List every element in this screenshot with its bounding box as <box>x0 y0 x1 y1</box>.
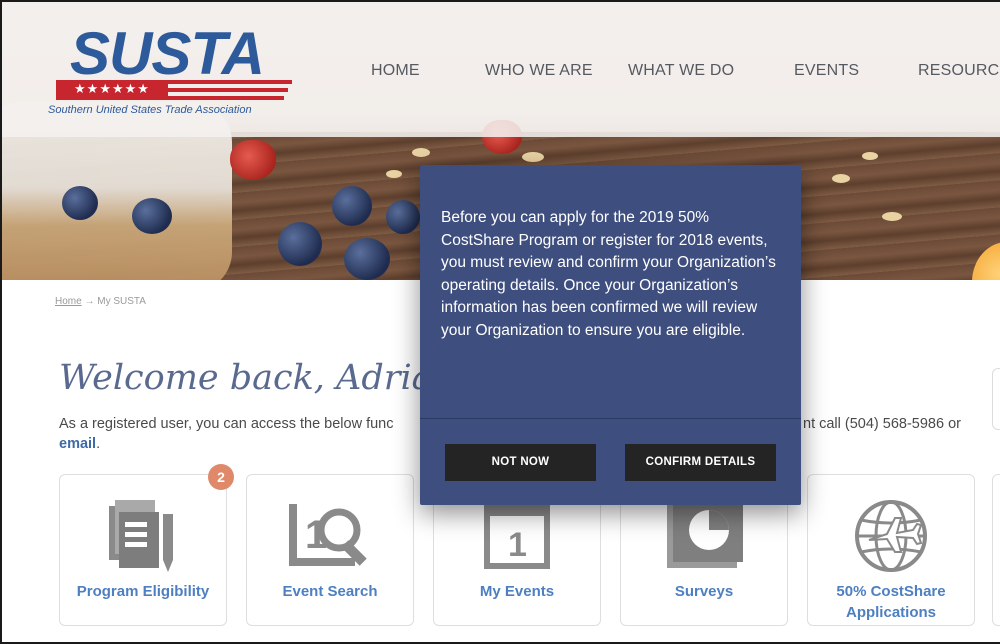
hero-oat <box>832 174 850 183</box>
hero-blueberry <box>62 186 98 220</box>
hero-blueberry <box>386 200 420 234</box>
hero-oat <box>522 152 544 162</box>
card-label: Event Search <box>282 583 378 600</box>
email-link[interactable]: email <box>59 436 96 452</box>
calendar-icon: 1 <box>434 493 600 579</box>
hero-oat <box>882 212 902 221</box>
card-program-eligibility[interactable]: Program Eligibility <box>59 474 227 626</box>
breadcrumb-separator: → <box>84 296 95 307</box>
intro-text-contact: nt call (504) 568-5986 or <box>803 416 961 432</box>
main-nav: HOME WHO WE ARE WHAT WE DO EVENTS RESOUR… <box>2 62 1000 86</box>
globe-plane-icon <box>808 493 974 579</box>
card-label: My Events <box>479 583 555 600</box>
notification-badge: 2 <box>208 464 234 490</box>
nav-item-resources[interactable]: RESOURCE <box>918 62 1000 80</box>
hero-blueberry <box>332 186 372 226</box>
intro-period: . <box>96 436 101 452</box>
logo-tagline: Southern United States Trade Association <box>48 104 252 116</box>
side-panel-edge <box>992 368 1000 430</box>
hero-oat <box>862 152 878 160</box>
browser-frame: SUSTA ★★★★★★ Southern United States Trad… <box>0 0 1000 644</box>
card-partial[interactable] <box>992 474 1000 626</box>
card-costshare-applications[interactable]: 50% CostShare Applications <box>807 474 975 626</box>
event-search-icon: 1 <box>247 493 413 579</box>
site-header: SUSTA ★★★★★★ Southern United States Trad… <box>2 2 1000 137</box>
modal-message: Before you can apply for the 2019 50% Co… <box>441 209 776 339</box>
breadcrumb-home-link[interactable]: Home <box>55 296 82 307</box>
hero-oat <box>386 170 402 178</box>
confirm-details-modal: Before you can apply for the 2019 50% Co… <box>420 165 801 505</box>
logo-stripe <box>168 88 288 92</box>
card-label: Program Eligibility <box>76 583 210 600</box>
card-event-search[interactable]: 1 Event Search <box>246 474 414 626</box>
documents-icon <box>60 493 226 579</box>
breadcrumb: Home → My SUSTA <box>55 296 146 307</box>
confirm-details-button[interactable]: CONFIRM DETAILS <box>625 444 776 481</box>
nav-item-what-we-do[interactable]: WHAT WE DO <box>628 62 734 80</box>
breadcrumb-current: My SUSTA <box>97 296 146 307</box>
intro-text-start: As a registered user, you can access the… <box>59 416 394 432</box>
not-now-button[interactable]: NOT NOW <box>445 444 596 481</box>
svg-text:1: 1 <box>508 526 527 564</box>
hero-strawberry <box>230 140 276 180</box>
nav-item-events[interactable]: EVENTS <box>794 62 859 80</box>
card-label: Surveys <box>674 583 734 600</box>
card-label: 50% CostShare Applications <box>836 583 946 621</box>
hero-oat <box>412 148 430 157</box>
survey-chart-icon <box>621 493 787 579</box>
hero-blueberry <box>344 238 390 280</box>
hero-blueberry <box>132 198 172 234</box>
hero-blueberry <box>278 222 322 266</box>
page-title: Welcome back, Adrian <box>59 358 456 398</box>
modal-divider <box>420 418 801 419</box>
nav-item-who-we-are[interactable]: WHO WE ARE <box>485 62 593 80</box>
nav-item-home[interactable]: HOME <box>371 62 420 80</box>
